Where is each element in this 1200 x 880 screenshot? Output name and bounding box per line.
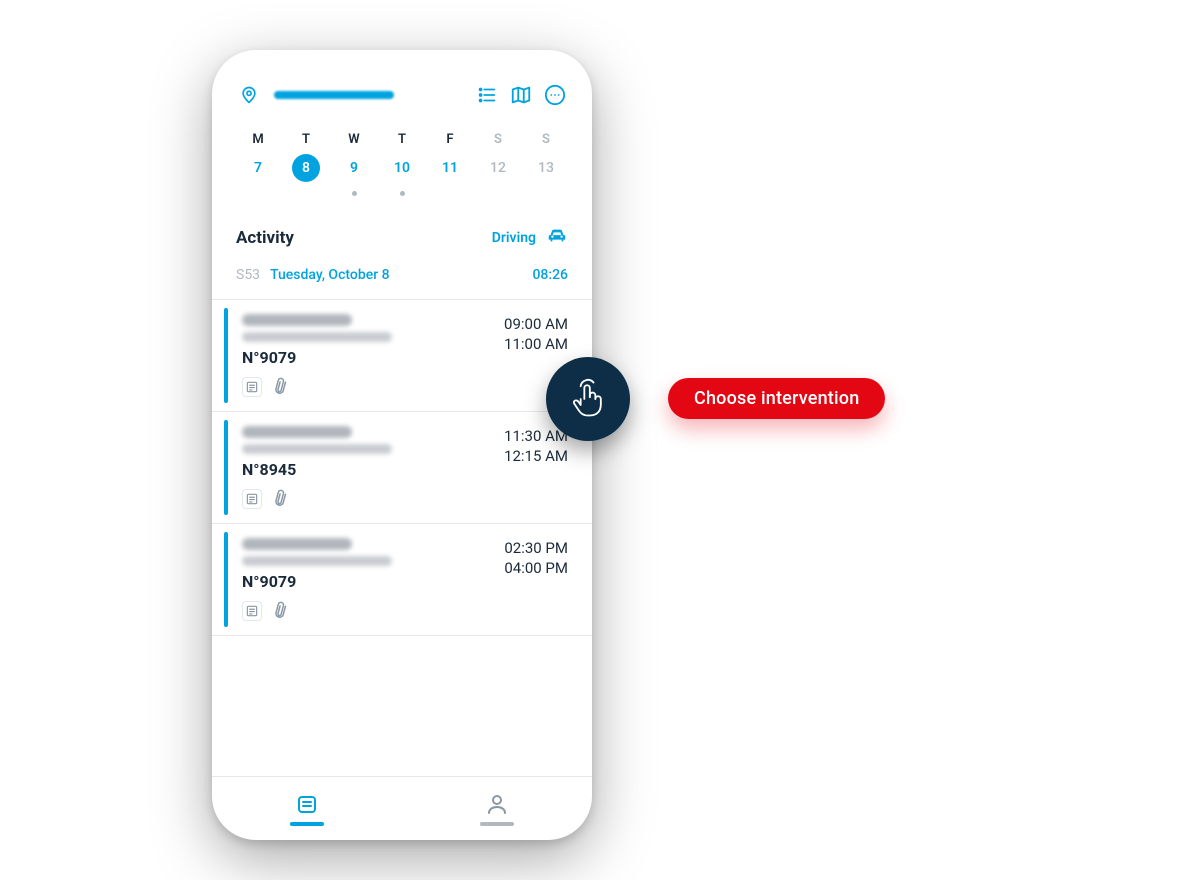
- phone-screen: M T W T F S S 7 8 9 10 11 12 13 Activity: [212, 76, 592, 840]
- current-time: 08:26: [532, 267, 568, 283]
- date-label: Tuesday, October 8: [270, 267, 390, 283]
- day-6[interactable]: 13: [522, 153, 570, 183]
- dow-6: S: [522, 132, 570, 147]
- day-dot-3: [378, 189, 426, 197]
- tab-agenda[interactable]: [212, 777, 402, 840]
- intervention-address-redacted: [242, 556, 392, 566]
- intervention-card-1[interactable]: N°8945 11:30 AM 12:15 AM: [212, 412, 592, 524]
- intervention-title-redacted: [242, 538, 352, 550]
- app-topbar: [212, 76, 592, 114]
- notes-icon[interactable]: [242, 377, 262, 397]
- tab-underline: [480, 822, 514, 826]
- intervention-address-redacted: [242, 444, 392, 454]
- intervention-address-redacted: [242, 332, 392, 342]
- intervention-end: 04:00 PM: [504, 558, 568, 578]
- intervention-number: N°8945: [242, 460, 504, 479]
- attachment-icon[interactable]: [268, 486, 295, 514]
- more-circle-icon[interactable]: [542, 82, 568, 108]
- intervention-start: 09:00 AM: [504, 314, 568, 334]
- dow-5: S: [474, 132, 522, 147]
- intervention-end: 11:00 AM: [504, 334, 568, 354]
- activity-header: Activity Driving: [212, 211, 592, 257]
- intervention-number: N°9079: [242, 348, 504, 367]
- day-3[interactable]: 10: [378, 153, 426, 183]
- attachment-icon[interactable]: [268, 374, 295, 402]
- touch-gesture-icon: [546, 357, 630, 441]
- app-title-redacted: [274, 91, 394, 99]
- intervention-card-2[interactable]: N°9079 02:30 PM 04:00 PM: [212, 524, 592, 636]
- activity-status-button[interactable]: Driving: [492, 225, 568, 251]
- notes-icon[interactable]: [242, 489, 262, 509]
- intervention-list: N°9079 09:00 AM 11:00 AM: [212, 300, 592, 776]
- dow-3: T: [378, 132, 426, 147]
- callout-choose-intervention: Choose intervention: [668, 378, 885, 419]
- activity-title: Activity: [236, 228, 294, 248]
- day-1-selected[interactable]: 8: [282, 153, 330, 183]
- tab-profile[interactable]: [402, 777, 592, 840]
- day-2[interactable]: 9: [330, 153, 378, 183]
- dow-4: F: [426, 132, 474, 147]
- dow-0: M: [234, 132, 282, 147]
- dow-2: W: [330, 132, 378, 147]
- attachment-icon[interactable]: [268, 598, 295, 626]
- day-4[interactable]: 11: [426, 153, 474, 183]
- day-5[interactable]: 12: [474, 153, 522, 183]
- list-icon[interactable]: [474, 82, 500, 108]
- intervention-card-0[interactable]: N°9079 09:00 AM 11:00 AM: [212, 300, 592, 412]
- date-row: S53 Tuesday, October 8 08:26: [212, 257, 592, 300]
- notes-icon[interactable]: [242, 601, 262, 621]
- bottom-nav: [212, 776, 592, 840]
- tab-underline: [290, 822, 324, 826]
- intervention-start: 02:30 PM: [504, 538, 568, 558]
- intervention-title-redacted: [242, 314, 352, 326]
- activity-status-label: Driving: [492, 230, 536, 246]
- phone-mockup: M T W T F S S 7 8 9 10 11 12 13 Activity: [212, 50, 592, 840]
- intervention-title-redacted: [242, 426, 352, 438]
- location-pin-icon[interactable]: [236, 82, 262, 108]
- intervention-end: 12:15 AM: [504, 446, 568, 466]
- day-dot-2: [330, 189, 378, 197]
- car-icon: [546, 225, 568, 251]
- week-number: S53: [236, 267, 260, 283]
- intervention-number: N°9079: [242, 572, 504, 591]
- week-strip: M T W T F S S 7 8 9 10 11 12 13: [212, 132, 592, 211]
- day-0[interactable]: 7: [234, 153, 282, 183]
- map-icon[interactable]: [508, 82, 534, 108]
- dow-1: T: [282, 132, 330, 147]
